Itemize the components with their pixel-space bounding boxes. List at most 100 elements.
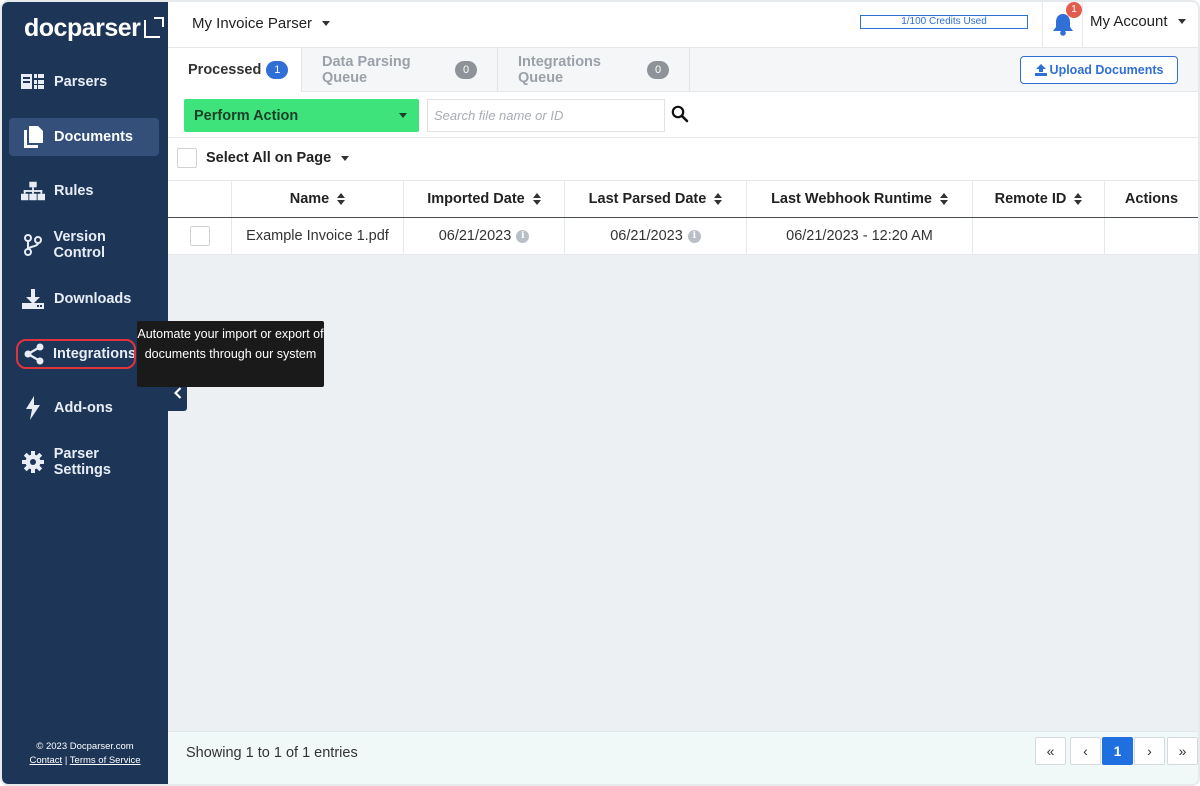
credits-usage-bar: 1/100 Credits Used: [860, 15, 1028, 29]
tab-count-badge: 1: [266, 61, 289, 79]
logo-mark-icon: [144, 16, 165, 38]
cell-imported-date: 06/21/2023 i: [404, 218, 565, 254]
table-header: Name Imported Date Last Parsed Date Last…: [168, 180, 1198, 218]
documents-icon: [21, 125, 45, 149]
last-parsed-date: 06/21/2023: [610, 228, 683, 244]
column-header-last-parsed-date[interactable]: Last Parsed Date: [565, 181, 747, 217]
upload-icon: [1034, 64, 1047, 76]
copyright-text: © 2023 Docparser.com: [36, 741, 134, 752]
sidebar-item-label: Rules: [54, 183, 94, 199]
terms-link[interactable]: Terms of Service: [70, 755, 141, 766]
document-tabs: Processed 1 Data Parsing Queue 0 Integra…: [168, 48, 1198, 92]
footer-separator: |: [64, 755, 68, 766]
upload-documents-button[interactable]: Upload Documents: [1020, 56, 1178, 84]
sort-icon: [337, 193, 346, 205]
sidebar-item-parser-settings[interactable]: Parser Settings: [9, 443, 159, 481]
sidebar-item-parsers[interactable]: Parsers: [9, 63, 159, 101]
select-all-dropdown[interactable]: Select All on Page: [206, 150, 350, 166]
sidebar-footer: © 2023 Docparser.com Contact | Terms of …: [2, 740, 168, 768]
tab-count-badge: 0: [647, 61, 669, 79]
tab-count-badge: 0: [455, 61, 477, 79]
tab-data-parsing-queue[interactable]: Data Parsing Queue 0: [302, 48, 498, 92]
sidebar-item-rules[interactable]: Rules: [9, 172, 159, 210]
sort-icon: [1074, 193, 1083, 205]
page-1-button[interactable]: 1: [1102, 737, 1133, 765]
sidebar-item-label: Integrations: [53, 346, 136, 362]
topbar-divider: [1082, 2, 1083, 48]
action-toolbar: Perform Action: [168, 92, 1198, 138]
first-page-button[interactable]: «: [1035, 737, 1066, 765]
column-header-remote-id[interactable]: Remote ID: [973, 181, 1105, 217]
credits-text: 1/100 Credits Used: [901, 16, 987, 27]
select-all-row: Select All on Page: [168, 138, 1198, 180]
sort-icon: [532, 193, 541, 205]
account-menu[interactable]: My Account: [1090, 13, 1186, 30]
parser-name: My Invoice Parser: [192, 15, 313, 32]
header-checkbox-cell: [168, 181, 232, 217]
column-header-imported-date[interactable]: Imported Date: [404, 181, 565, 217]
select-all-label: Select All on Page: [206, 150, 332, 166]
last-webhook-runtime: 06/21/2023 - 12:20 AM: [786, 228, 933, 244]
upload-label: Upload Documents: [1049, 63, 1164, 77]
perform-action-label: Perform Action: [194, 107, 299, 124]
sidebar-item-label: Downloads: [54, 291, 132, 307]
last-page-button[interactable]: »: [1167, 737, 1198, 765]
downloads-icon: [21, 287, 45, 311]
chevron-down-icon: [322, 21, 331, 26]
info-icon[interactable]: i: [516, 229, 530, 243]
table-row[interactable]: Example Invoice 1.pdf 06/21/2023 i 06/21/…: [168, 218, 1198, 255]
cell-actions: [1105, 218, 1198, 254]
gear-icon: [21, 450, 45, 474]
sidebar-item-label: Parser Settings: [53, 446, 111, 478]
column-label: Imported Date: [427, 191, 525, 207]
next-page-button[interactable]: ›: [1134, 737, 1165, 765]
docparser-logo[interactable]: docparser: [24, 14, 165, 43]
logo-text: docparser: [24, 14, 141, 42]
cell-remote-id: [973, 218, 1105, 254]
chevron-down-icon: [341, 155, 350, 161]
topbar-divider: [1042, 2, 1043, 48]
row-checkbox[interactable]: [189, 226, 210, 246]
sidebar-item-downloads[interactable]: Downloads: [9, 280, 159, 318]
parsers-icon: [21, 70, 45, 94]
version-control-icon: [21, 233, 44, 257]
column-label: Name: [289, 191, 330, 207]
sort-icon: [714, 193, 723, 205]
contact-link[interactable]: Contact: [29, 755, 62, 766]
top-bar: My Invoice Parser 1/100 Credits Used 1 M…: [168, 2, 1198, 48]
column-header-last-webhook-runtime[interactable]: Last Webhook Runtime: [747, 181, 973, 217]
sort-icon: [939, 193, 948, 205]
chevron-down-icon: [1177, 19, 1186, 24]
sidebar-item-version-control[interactable]: Version Control: [9, 226, 159, 264]
perform-action-dropdown[interactable]: Perform Action: [184, 99, 419, 132]
sidebar-item-integrations[interactable]: Integrations: [16, 339, 136, 369]
column-header-name[interactable]: Name: [232, 181, 404, 217]
search-input[interactable]: [427, 99, 665, 132]
column-header-actions: Actions: [1105, 181, 1198, 217]
chevron-down-icon: [399, 113, 407, 118]
cell-last-parsed-date: 06/21/2023 i: [565, 218, 747, 254]
column-label: Actions: [1124, 191, 1179, 207]
tab-label: Data Parsing Queue: [322, 54, 411, 86]
sidebar-item-label: Parsers: [54, 74, 108, 90]
search-icon[interactable]: [671, 105, 691, 125]
tab-integrations-queue[interactable]: Integrations Queue 0: [498, 48, 690, 92]
chevron-left-icon: [173, 386, 181, 399]
sidebar-item-label: Add-ons: [54, 400, 113, 416]
sidebar-item-documents[interactable]: Documents: [9, 118, 159, 156]
rules-icon: [21, 179, 45, 203]
sidebar-item-label: Documents: [54, 129, 133, 145]
tooltip-text: Automate your import or export of docume…: [137, 327, 324, 361]
select-all-checkbox[interactable]: [177, 148, 197, 168]
tab-label: Processed: [188, 62, 262, 78]
tab-processed[interactable]: Processed 1: [168, 48, 302, 92]
sidebar-item-add-ons[interactable]: Add-ons: [9, 389, 159, 427]
info-icon[interactable]: i: [687, 229, 701, 243]
bolt-icon: [21, 396, 45, 420]
cell-name[interactable]: Example Invoice 1.pdf: [232, 218, 404, 254]
prev-page-button[interactable]: ‹: [1070, 737, 1101, 765]
account-label: My Account: [1090, 13, 1168, 30]
parser-select[interactable]: My Invoice Parser: [192, 15, 331, 32]
column-label: Remote ID: [994, 191, 1067, 207]
sidebar-item-label: Version Control: [53, 229, 106, 261]
